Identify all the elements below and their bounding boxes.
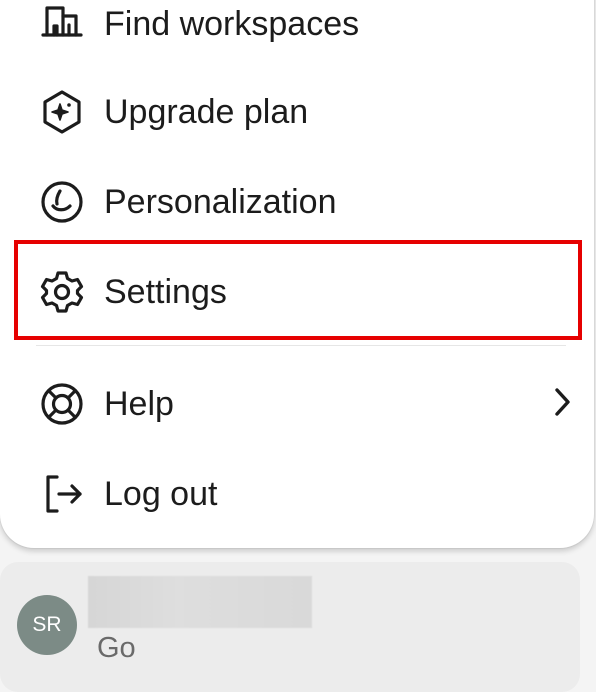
sparkle-hexagon-icon [38,88,86,136]
lifebuoy-icon [38,380,86,428]
menu-item-log-out[interactable]: Log out [0,450,594,540]
settings-highlight-box [14,240,582,340]
redacted-user-name [88,576,312,628]
menu-item-label: Find workspaces [104,5,360,43]
account-plan: Go [97,632,136,664]
chevron-right-icon [548,384,576,420]
logout-icon [38,470,86,518]
menu-item-label: Personalization [104,183,337,221]
menu-item-label: Log out [104,475,218,513]
menu-item-upgrade-plan[interactable]: Upgrade plan [0,68,594,158]
menu-item-label: Upgrade plan [104,93,309,131]
menu-item-label: Help [104,385,174,423]
menu-item-find-workspaces[interactable]: Find workspaces [0,0,594,68]
menu-divider [36,345,566,346]
menu-item-help[interactable]: Help [0,360,594,450]
building-icon [38,0,86,48]
menu-item-personalization[interactable]: Personalization [0,158,594,248]
personalization-icon [38,178,86,226]
avatar[interactable]: SR [17,595,77,655]
